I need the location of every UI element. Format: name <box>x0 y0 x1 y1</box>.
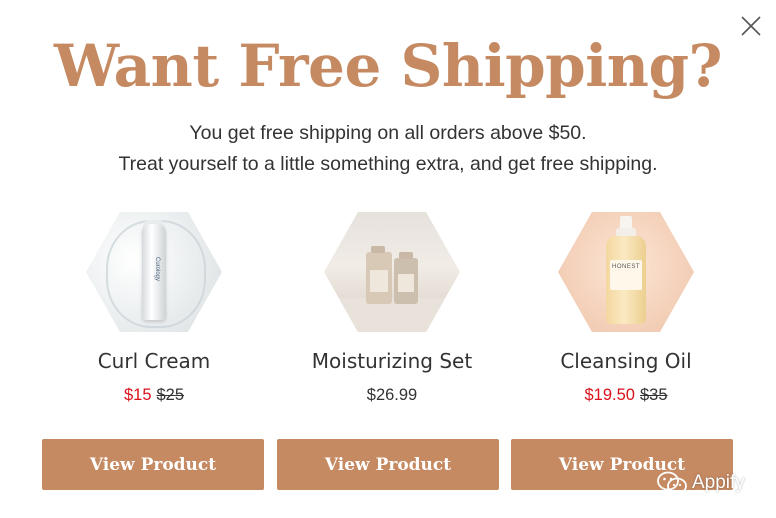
product-price: $26.99 <box>274 384 510 406</box>
wechat-icon <box>657 471 687 495</box>
oil-brand-text: HONEST <box>611 264 640 270</box>
tube-brand-text: Curology <box>154 256 160 281</box>
product-card-curl-cream: Curology Curl Cream $15 $25 <box>36 212 272 406</box>
product-price: $15 $25 <box>36 384 272 406</box>
product-image[interactable]: Curology <box>86 212 222 332</box>
original-price: $25 <box>156 386 185 404</box>
product-card-moisturizing-set: Moisturizing Set $26.99 <box>274 212 510 406</box>
product-name: Cleansing Oil <box>560 349 692 373</box>
watermark: Appify <box>656 468 745 498</box>
product-image[interactable]: HONEST <box>558 212 694 332</box>
bottle-label-graphic <box>370 270 388 292</box>
original-price: $35 <box>639 386 668 404</box>
product-name: Curl Cream <box>97 349 211 373</box>
ledge-graphic <box>324 298 460 332</box>
popup-title: Want Free Shipping? <box>54 32 722 100</box>
view-product-button-moisturizing-set[interactable]: View Product <box>277 439 499 490</box>
sale-price: $19.50 <box>584 386 635 404</box>
sale-price: $15 <box>123 386 152 404</box>
subtitle-line-1: You get free shipping on all orders abov… <box>189 122 587 144</box>
product-card-cleansing-oil: HONEST Cleansing Oil $19.50 $35 <box>508 212 744 406</box>
popup-subtitle: You get free shipping on all orders abov… <box>0 118 776 180</box>
subtitle-line-2: Treat yourself to a little something ext… <box>118 153 658 175</box>
product-name: Moisturizing Set <box>311 349 473 373</box>
product-image[interactable] <box>324 212 460 332</box>
regular-price: $26.99 <box>366 386 418 404</box>
view-product-button-curl-cream[interactable]: View Product <box>42 439 264 490</box>
watermark-text: Appify <box>692 472 745 493</box>
free-shipping-popup: Want Free Shipping? You get free shippin… <box>0 0 776 518</box>
bottle-label-graphic <box>398 274 414 292</box>
product-price: $19.50 $35 <box>508 384 744 406</box>
